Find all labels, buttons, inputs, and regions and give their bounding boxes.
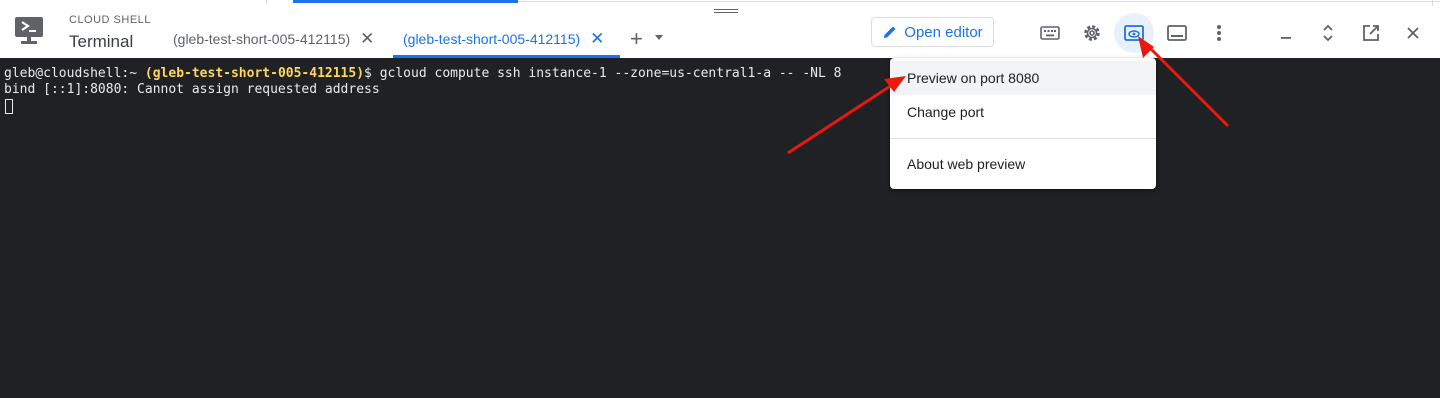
product-name: CLOUD SHELL [69,14,151,26]
cloud-shell-header: CLOUD SHELL Terminal (gleb-test-short-00… [0,0,1440,58]
pencil-icon [884,26,896,38]
gear-icon [1084,25,1100,41]
close-button[interactable] [1393,13,1433,53]
more-vert-icon [1217,25,1221,41]
cloud-shell-icon [15,17,43,44]
restore-button[interactable] [1308,13,1348,53]
unfold-icon [1323,24,1333,42]
open-editor-button[interactable]: Open editor [871,17,994,47]
keyboard-icon [1040,26,1060,40]
menu-divider [890,138,1156,139]
terminal-area[interactable]: gleb@cloudshell:~ (gleb-test-short-005-4… [0,58,1440,398]
chevron-down-icon[interactable] [655,35,663,40]
add-tab-icon[interactable]: + [630,26,643,52]
minimize-icon [1281,37,1291,39]
close-icon [1407,27,1419,39]
settings-button[interactable] [1072,13,1112,53]
tab-label: (gleb-test-short-005-412115) [173,30,351,47]
minimize-button[interactable] [1266,13,1306,53]
menu-item-preview-port[interactable]: Preview on port 8080 [890,61,1156,95]
close-tab-icon[interactable]: ✕ [590,30,604,47]
close-tab-icon[interactable]: ✕ [360,30,374,47]
terminal-command-line: gleb@cloudshell:~ (gleb-test-short-005-4… [4,66,841,81]
keyboard-button[interactable] [1030,13,1070,53]
menu-item-about-web-preview[interactable]: About web preview [890,147,1156,181]
more-options-button[interactable] [1199,13,1239,53]
menu-item-change-port[interactable]: Change port [890,95,1156,129]
command-text: $ gcloud compute ssh instance-1 --zone=u… [364,66,842,81]
terminal-error-line: bind [::1]:8080: Cannot assign requested… [4,82,380,97]
page-title: Terminal [69,32,134,51]
terminal-cursor [5,99,13,114]
web-preview-menu: Preview on port 8080 Change port About w… [890,58,1156,189]
tab-label: (gleb-test-short-005-412115) [403,30,581,47]
open-editor-label: Open editor [904,23,983,41]
terminal-pane-button[interactable] [1157,13,1197,53]
panel-icon [1167,25,1187,41]
web-preview-icon [1124,25,1144,41]
prompt-project: (gleb-test-short-005-412115) [144,66,365,81]
open-in-new-icon [1363,25,1379,41]
prompt-user: gleb@cloudshell:~ [4,66,145,81]
terminal-tab-1[interactable]: (gleb-test-short-005-412115) ✕ [173,30,374,47]
open-new-window-button[interactable] [1351,13,1391,53]
web-preview-button[interactable] [1114,13,1154,53]
terminal-tab-2-active[interactable]: (gleb-test-short-005-412115) ✕ [403,30,604,47]
